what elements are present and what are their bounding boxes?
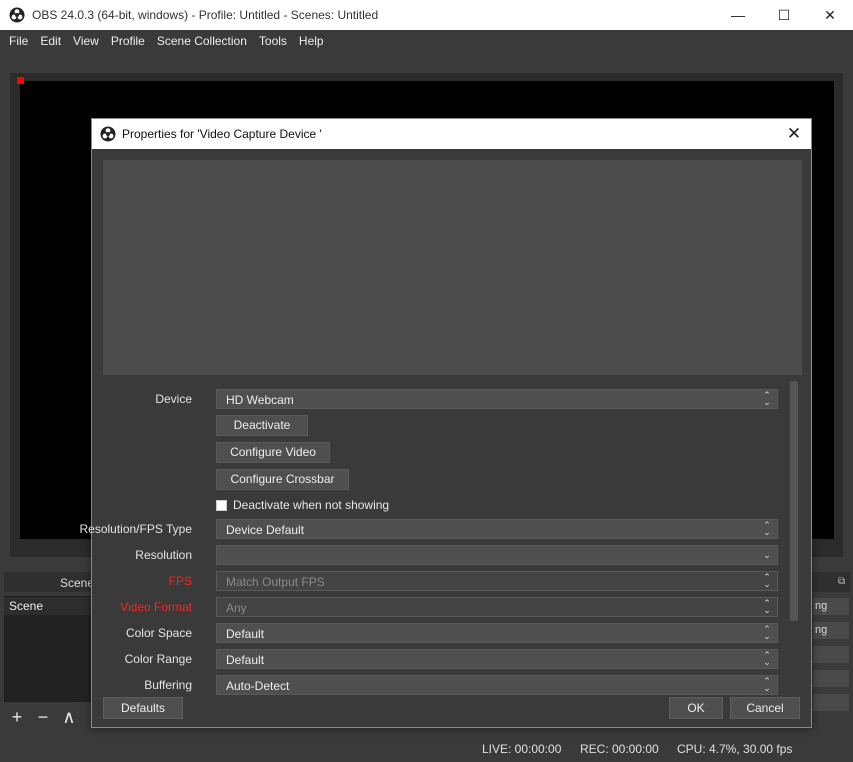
remove-scene-button[interactable]: − <box>30 705 56 729</box>
dialog-close-button[interactable]: ✕ <box>783 124 805 144</box>
menu-file[interactable]: File <box>3 30 34 52</box>
scenes-toolbar: + − ∧ <box>4 704 96 730</box>
buffering-row: Buffering Auto-Detect ⌃ ⌄ <box>92 675 792 695</box>
video-format-label: Video Format <box>120 600 192 614</box>
color-range-select[interactable]: Default ⌃ ⌄ <box>216 649 778 669</box>
device-select[interactable]: HD Webcam ⌃ ⌄ <box>216 389 778 409</box>
color-range-value: Default <box>226 653 265 667</box>
color-space-label: Color Space <box>125 626 192 640</box>
controls-button[interactable] <box>812 669 850 688</box>
buffering-label: Buffering <box>144 678 192 692</box>
resolution-fps-type-row: Resolution/FPS Type Device Default ⌃ ⌄ <box>79 519 792 539</box>
main-titlebar: OBS 24.0.3 (64-bit, windows) - Profile: … <box>0 0 853 30</box>
deactivate-when-not-showing-checkbox[interactable] <box>216 499 227 511</box>
buffering-select[interactable]: Auto-Detect ⌃ ⌄ <box>216 675 778 695</box>
fps-row: FPS Match Output FPS ⌃ ⌄ <box>92 571 792 591</box>
resolution-label: Resolution <box>135 548 192 562</box>
updown-arrow-icon: ⌃ ⌄ <box>763 676 771 693</box>
menu-help[interactable]: Help <box>293 30 330 52</box>
fps-label: FPS <box>168 574 192 588</box>
resolution-row: Resolution ⌄ <box>92 545 792 565</box>
source-handle[interactable] <box>17 77 24 84</box>
video-format-value: Any <box>226 601 247 615</box>
scene-list-item[interactable]: Scene <box>4 597 96 615</box>
obs-logo-icon <box>9 7 25 23</box>
resolution-fps-type-select[interactable]: Device Default ⌃ ⌄ <box>216 519 778 539</box>
properties-dialog: Properties for 'Video Capture Device ' ✕… <box>79 118 812 728</box>
device-select-value: HD Webcam <box>226 393 294 407</box>
controls-button[interactable] <box>812 693 850 712</box>
source-preview <box>103 160 802 375</box>
menu-scene-collection[interactable]: Scene Collection <box>151 30 253 52</box>
cancel-button[interactable]: Cancel <box>730 697 800 719</box>
deactivate-when-not-showing-row[interactable]: Deactivate when not showing <box>216 498 389 512</box>
device-label: Device <box>155 392 192 406</box>
dialog-title: Properties for 'Video Capture Device ' <box>122 127 322 141</box>
updown-arrow-icon: ⌃ ⌄ <box>763 520 771 537</box>
updown-arrow-icon: ⌃ ⌄ <box>763 624 771 641</box>
menu-profile[interactable]: Profile <box>105 30 151 52</box>
chevron-down-icon: ⌄ <box>763 549 771 560</box>
minimize-button[interactable]: — <box>715 0 761 30</box>
cpu-fps: CPU: 4.7%, 30.00 fps <box>677 742 793 756</box>
video-format-select: Any ⌃ ⌄ <box>216 597 778 617</box>
window-title: OBS 24.0.3 (64-bit, windows) - Profile: … <box>32 8 379 22</box>
color-space-value: Default <box>226 627 265 641</box>
ok-button[interactable]: OK <box>669 697 723 719</box>
updown-arrow-icon: ⌃ ⌄ <box>763 650 771 667</box>
resolution-select[interactable]: ⌄ <box>216 545 778 565</box>
resolution-fps-type-value: Device Default <box>226 523 305 537</box>
menu-bar: File Edit View Profile Scene Collection … <box>0 30 853 52</box>
video-format-row: Video Format Any ⌃ ⌄ <box>92 597 792 617</box>
fps-select: Match Output FPS ⌃ ⌄ <box>216 571 778 591</box>
fps-value: Match Output FPS <box>226 575 325 589</box>
controls-button-start-streaming[interactable]: ng <box>812 597 850 616</box>
updown-arrow-icon: ⌃ ⌄ <box>763 572 771 589</box>
updown-arrow-icon: ⌃ ⌄ <box>763 390 771 407</box>
menu-tools[interactable]: Tools <box>253 30 293 52</box>
device-row: Device HD Webcam ⌃ ⌄ <box>92 389 792 409</box>
dialog-titlebar: Properties for 'Video Capture Device ' ✕ <box>92 119 811 149</box>
controls-button-start-recording[interactable]: ng <box>812 621 850 640</box>
color-range-row: Color Range Default ⌃ ⌄ <box>92 649 792 669</box>
color-range-label: Color Range <box>124 652 192 666</box>
resolution-fps-type-label: Resolution/FPS Type <box>79 522 192 536</box>
deactivate-when-not-showing-label: Deactivate when not showing <box>233 498 390 512</box>
menu-edit[interactable]: Edit <box>34 30 67 52</box>
window-controls: — ☐ ✕ <box>715 0 853 30</box>
color-space-select[interactable]: Default ⌃ ⌄ <box>216 623 778 643</box>
defaults-button[interactable]: Defaults <box>103 697 183 719</box>
controls-button[interactable] <box>812 645 850 664</box>
properties-scroll-thumb[interactable] <box>790 381 798 621</box>
close-button[interactable]: ✕ <box>807 0 853 30</box>
updown-arrow-icon: ⌃ ⌄ <box>763 598 771 615</box>
rec-timer: REC: 00:00:00 <box>580 742 659 756</box>
deactivate-button[interactable]: Deactivate <box>216 415 308 436</box>
configure-video-button[interactable]: Configure Video <box>216 442 330 463</box>
maximize-button[interactable]: ☐ <box>761 0 807 30</box>
add-scene-button[interactable]: + <box>4 705 30 729</box>
move-scene-up-button[interactable]: ∧ <box>56 705 82 729</box>
obs-logo-icon <box>100 126 116 142</box>
live-timer: LIVE: 00:00:00 <box>482 742 562 756</box>
buffering-value: Auto-Detect <box>226 679 290 693</box>
dock-float-icon[interactable]: ⧉ <box>838 576 845 587</box>
configure-crossbar-button[interactable]: Configure Crossbar <box>216 469 349 490</box>
color-space-row: Color Space Default ⌃ ⌄ <box>92 623 792 643</box>
menu-view[interactable]: View <box>67 30 105 52</box>
scene-item-label: Scene <box>9 599 44 613</box>
